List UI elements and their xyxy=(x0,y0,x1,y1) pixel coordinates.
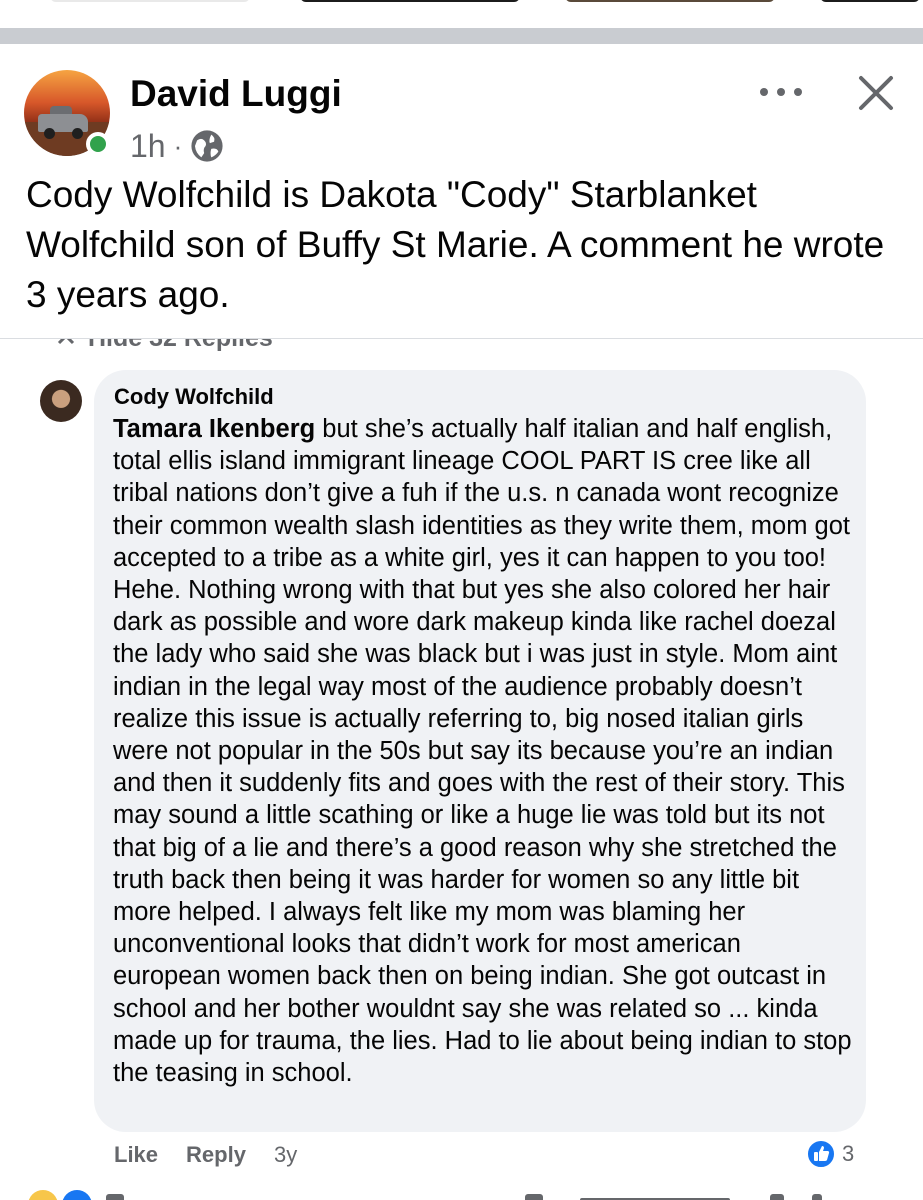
facebook-post-view: David Luggi 1h · Cody Wolfchild is Dakot… xyxy=(0,0,923,1200)
like-reaction-icon-small xyxy=(62,1190,92,1200)
chevron-up-icon xyxy=(57,339,75,344)
comment-age: 3y xyxy=(273,1142,298,1167)
hide-replies-row: Hide 32 Replies xyxy=(0,339,923,351)
reply-button[interactable]: Reply xyxy=(186,1142,246,1168)
mentioned-user[interactable]: Tamara Ikenberg xyxy=(113,415,315,443)
close-icon[interactable] xyxy=(855,72,897,114)
next-content-strip xyxy=(0,1186,923,1200)
globe-icon xyxy=(191,130,223,162)
online-status-dot xyxy=(86,132,110,156)
hide-replies-button[interactable]: Hide 32 Replies xyxy=(56,339,273,351)
meta-separator: · xyxy=(173,130,183,161)
commenter-avatar[interactable] xyxy=(40,380,82,422)
post-meta: 1h · xyxy=(130,126,224,166)
previous-content-strip xyxy=(0,0,923,28)
comment-reactions[interactable]: 3 xyxy=(806,1138,854,1170)
post-body-text: Cody Wolfchild is Dakota "Cody" Starblan… xyxy=(26,174,885,315)
haha-reaction-icon xyxy=(28,1190,58,1200)
comment-actions: Like Reply 3y xyxy=(114,1140,297,1170)
post-author-name[interactable]: David Luggi xyxy=(130,73,342,115)
comment-text: Tamara Ikenberg but she’s actually half … xyxy=(113,413,853,1089)
section-divider xyxy=(0,28,923,44)
commenter-name[interactable]: Cody Wolfchild xyxy=(114,384,274,410)
reaction-count: 3 xyxy=(842,1141,855,1166)
comment-body: but she’s actually half italian and half… xyxy=(113,415,852,1088)
more-dots-icon[interactable] xyxy=(760,80,802,104)
post-timestamp[interactable]: 1h xyxy=(130,128,166,165)
like-button[interactable]: Like xyxy=(114,1142,158,1168)
hide-replies-label: Hide 32 Replies xyxy=(88,339,273,351)
like-reaction-icon xyxy=(806,1139,836,1169)
